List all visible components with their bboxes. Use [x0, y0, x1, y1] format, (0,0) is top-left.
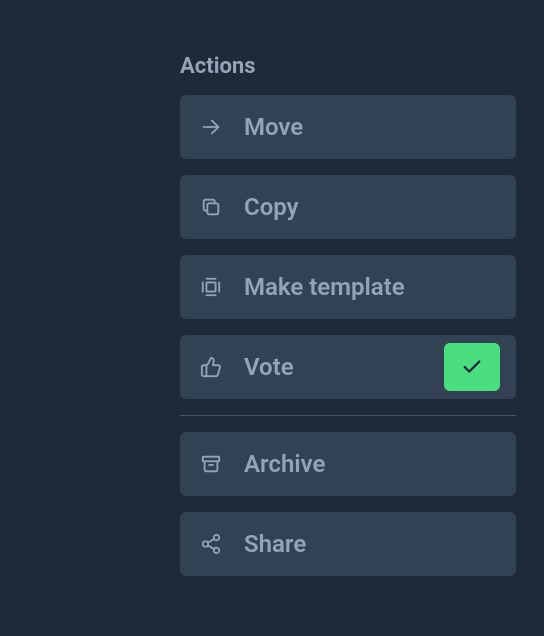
section-title: Actions	[180, 54, 516, 79]
thumbs-up-icon	[200, 356, 222, 378]
archive-icon	[200, 453, 222, 475]
move-button[interactable]: Move	[180, 95, 516, 159]
action-label: Archive	[244, 450, 500, 478]
action-label: Copy	[244, 193, 500, 221]
make-template-button[interactable]: Make template	[180, 255, 516, 319]
copy-icon	[200, 196, 222, 218]
archive-button[interactable]: Archive	[180, 432, 516, 496]
action-label: Move	[244, 113, 500, 141]
action-label: Make template	[244, 273, 500, 301]
check-icon	[461, 356, 483, 378]
copy-button[interactable]: Copy	[180, 175, 516, 239]
action-label: Share	[244, 530, 500, 558]
vote-button[interactable]: Vote	[180, 335, 516, 399]
action-label: Vote	[244, 353, 422, 381]
voted-badge	[444, 343, 500, 391]
share-button[interactable]: Share	[180, 512, 516, 576]
actions-section: Actions Move Copy Make template Vote	[180, 54, 516, 576]
template-icon	[200, 276, 222, 298]
share-icon	[200, 533, 222, 555]
arrow-right-icon	[200, 116, 222, 138]
divider	[180, 415, 516, 416]
action-list: Move Copy Make template Vote	[180, 95, 516, 576]
